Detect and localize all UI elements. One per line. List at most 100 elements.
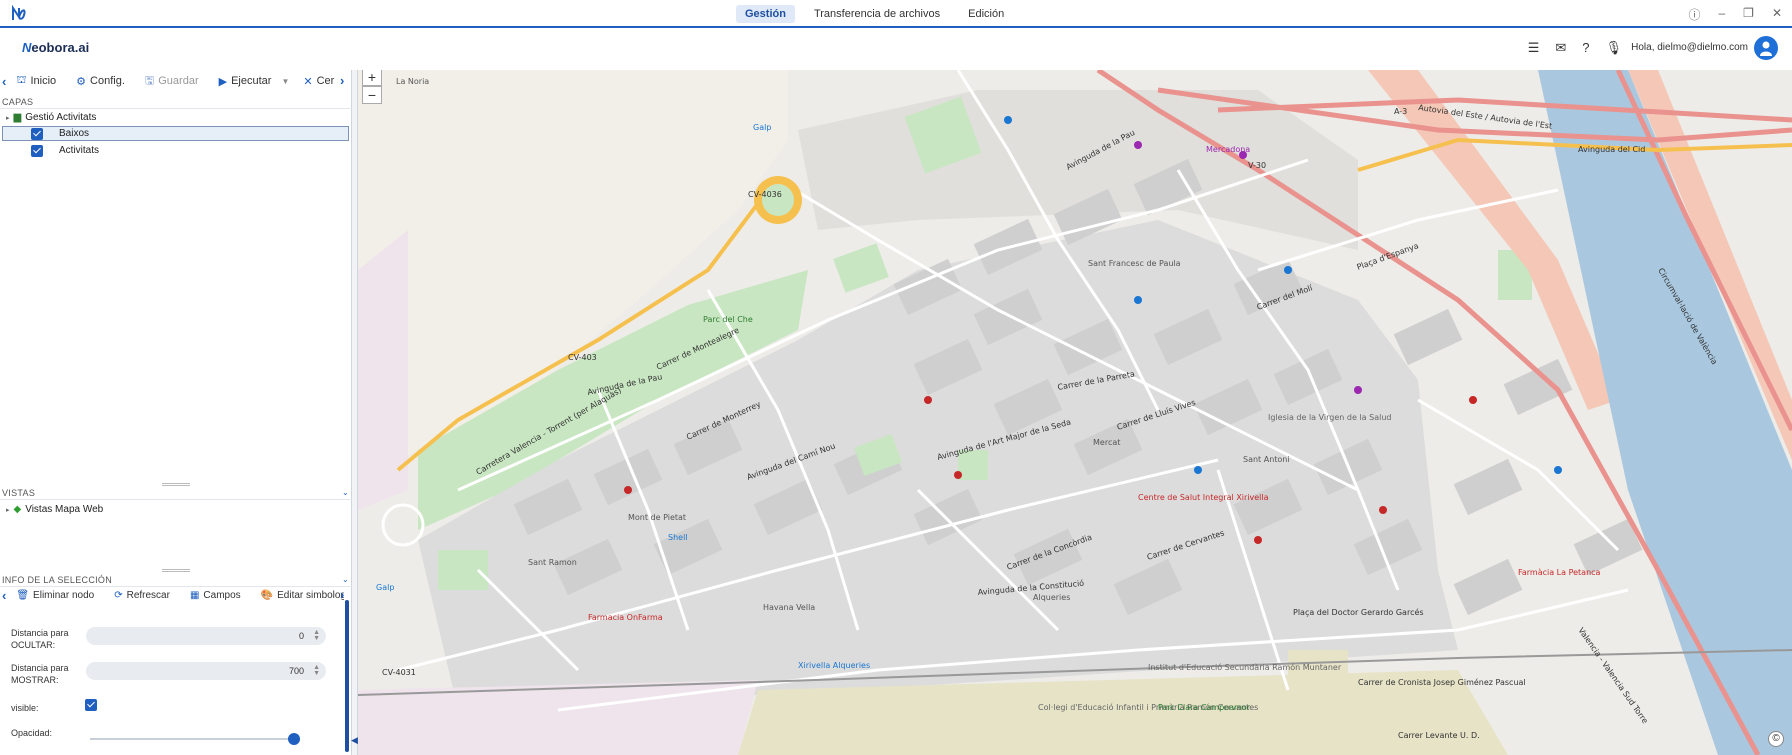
config-label: Config. [90, 75, 125, 87]
layer-group-row[interactable]: ▸ ▆ Gestió Activitats [6, 110, 96, 125]
chevron-down-icon[interactable]: ▼ [281, 77, 289, 86]
layer-checkbox-baixos[interactable] [31, 127, 43, 140]
tab-gestion[interactable]: Gestión [736, 5, 795, 23]
map-label: V-30 [1248, 161, 1266, 170]
attribution-icon[interactable]: © [1768, 731, 1784, 747]
help-icon[interactable]: ? [1582, 40, 1589, 56]
avatar-icon[interactable] [1754, 36, 1778, 60]
map-label: Sant Francesc de Paula [1088, 259, 1181, 268]
collapse-vistas-icon[interactable]: ⌄ [342, 488, 349, 497]
map-label: Plaça del Doctor Gerardo Garcés [1293, 607, 1424, 617]
info-icon[interactable]: ⓘ [1688, 6, 1700, 23]
campos-button[interactable]: ▦ Campos [190, 590, 241, 601]
hide-distance-label-line2: OCULTAR: [11, 640, 56, 650]
map-label: Sant Ramon [528, 558, 577, 567]
layer-checkbox-activitats[interactable] [31, 144, 43, 157]
layer-row-baixos[interactable]: Baixos [31, 126, 89, 141]
collapse-panel-icon[interactable]: ◀ [351, 735, 358, 746]
ejecutar-button[interactable]: ▶ Ejecutar [219, 75, 272, 88]
close-icon: ✕ [303, 75, 313, 88]
hide-distance-label: Distancia para OCULTAR: [11, 627, 69, 651]
user-greeting: Hola, dielmo@dielmo.com [1631, 42, 1748, 53]
hide-distance-input[interactable]: 0 ▲ ▼ [86, 627, 326, 645]
expand-icon[interactable]: ▸ [6, 114, 10, 122]
map-label: Shell [668, 533, 688, 542]
minimize-button[interactable]: – [1718, 6, 1725, 23]
tab-edicion[interactable]: Edición [959, 5, 1013, 23]
config-button[interactable]: ⚙ Config. [76, 75, 125, 88]
guardar-button[interactable]: 🖫 Guardar [145, 72, 199, 91]
refrescar-button[interactable]: ⟳ Refrescar [114, 590, 170, 601]
header-icons: ☰ ✉ ? 🎙 [1528, 40, 1622, 56]
opacity-slider[interactable] [90, 733, 300, 745]
stepper-icon[interactable]: ▲ ▼ [312, 629, 320, 642]
selection-scroll-left-icon[interactable]: ‹ [2, 588, 6, 603]
campos-label: Campos [203, 589, 241, 601]
folder-icon: ▆ [13, 112, 22, 123]
map-label: CV-4031 [382, 668, 416, 677]
panel-resize-handle[interactable] [162, 483, 190, 486]
map-label: CV-403 [568, 353, 597, 362]
map-label: Havana Vella [763, 603, 815, 612]
layer-row-activitats[interactable]: Activitats [31, 143, 99, 158]
layer-group-label: Gestió Activitats [25, 112, 97, 123]
editar-simbologia-button[interactable]: 🎨 Editar simbología [261, 590, 344, 601]
opacity-slider-knob[interactable] [288, 733, 300, 745]
mail-icon[interactable]: ✉ [1555, 40, 1566, 56]
inicio-button[interactable]: ⛫ Inicio [16, 74, 56, 88]
brand-logo: Neobora.ai [22, 40, 89, 55]
zoom-in-button[interactable]: + [362, 70, 382, 86]
cerrar-button[interactable]: ✕ Cer [303, 75, 334, 88]
opacity-slider-wrap [0, 733, 352, 745]
capas-section-title: CAPAS [0, 97, 352, 109]
selection-scroll-right-icon[interactable]: › [340, 587, 344, 602]
trash-icon: 🗑 [16, 589, 30, 601]
toolbar-scroll-right-icon[interactable]: › [340, 73, 344, 88]
map-canvas[interactable]: La Noria CV-4036 CV-403 CV-4031 Parc del… [358, 70, 1792, 755]
save-icon: 🖫 [144, 74, 155, 87]
map-label: Avinguda del Cid [1578, 145, 1645, 154]
show-distance-label-line2: MOSTRAR: [11, 675, 59, 685]
visible-checkbox[interactable] [85, 699, 97, 711]
show-distance-input[interactable]: 700 ▲ ▼ [86, 662, 326, 680]
panel-resize-handle[interactable] [162, 569, 190, 572]
inicio-label: Inicio [30, 75, 57, 87]
window-tabs: Gestión Transferencia de archivos Edició… [736, 5, 1013, 23]
zoom-out-button[interactable]: − [362, 86, 382, 104]
map-label: Centre de Salut Integral Xirivella [1138, 493, 1269, 502]
map-label: Mercat [1093, 438, 1120, 447]
show-distance-value: 700 [288, 666, 304, 676]
views-row[interactable]: ▸ ◆ Vistas Mapa Web [6, 502, 103, 517]
vistas-section-title: VISTAS [0, 488, 352, 500]
collapse-seleccion-icon[interactable]: ⌄ [342, 575, 349, 584]
window-controls: ⓘ – ❐ ✕ [1688, 6, 1782, 23]
map-label: Xirivella Alqueries [798, 661, 870, 670]
hide-distance-value: 0 [298, 631, 304, 641]
app-logo-icon [12, 5, 26, 21]
left-panel: ‹ ⛫ Inicio ⚙ Config. 🖫 Guardar ▶ Ejecuta… [0, 70, 352, 755]
play-icon: ▶ [218, 75, 228, 88]
menu-icon[interactable]: ☰ [1528, 40, 1540, 56]
tab-transferencia[interactable]: Transferencia de archivos [805, 5, 949, 23]
close-window-button[interactable]: ✕ [1772, 6, 1782, 23]
brand-name: eobora.ai [31, 40, 90, 55]
map-label: Mercadona [1206, 145, 1250, 154]
ejecutar-label: Ejecutar [231, 75, 272, 87]
table-icon: ▦ [189, 589, 200, 601]
maximize-button[interactable]: ❐ [1743, 6, 1754, 23]
selection-scrollbar[interactable] [345, 600, 349, 752]
mic-icon[interactable]: 🎙 [1605, 40, 1622, 56]
eliminar-nodo-button[interactable]: 🗑 Eliminar nodo [16, 590, 94, 601]
map-label: CV-4036 [748, 190, 782, 199]
selection-toolbar: ‹ 🗑 Eliminar nodo ⟳ Refrescar ▦ Campos 🎨… [0, 584, 344, 606]
map-label: Galp [376, 583, 394, 592]
map-view[interactable]: La Noria CV-4036 CV-403 CV-4031 Parc del… [358, 70, 1792, 755]
map-label: Parc Clara Campoamor [1158, 703, 1251, 712]
toolbar-scroll-left-icon[interactable]: ‹ [2, 74, 6, 89]
app-header: Neobora.ai ☰ ✉ ? 🎙 Hola, dielmo@dielmo.c… [0, 30, 1792, 66]
main-toolbar: ‹ ⛫ Inicio ⚙ Config. 🖫 Guardar ▶ Ejecuta… [0, 70, 352, 92]
stepper-icon[interactable]: ▲ ▼ [312, 664, 320, 677]
eliminar-nodo-label: Eliminar nodo [33, 589, 95, 601]
expand-icon[interactable]: ▸ [6, 506, 10, 514]
brand-prefix: N [22, 40, 32, 55]
